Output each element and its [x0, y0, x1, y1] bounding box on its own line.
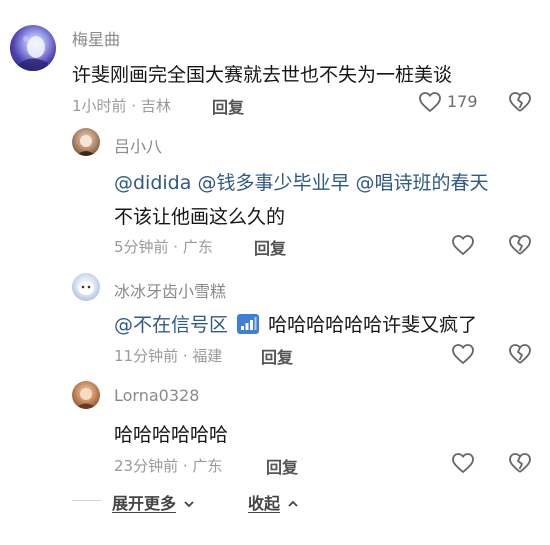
collapse-label: 收起: [248, 494, 281, 513]
broken-heart-icon[interactable]: [508, 90, 532, 114]
heart-outline-icon[interactable]: [451, 233, 475, 257]
avatar[interactable]: [72, 128, 100, 156]
avatar[interactable]: [72, 273, 100, 301]
reply-meta: 23分钟前 · 广东: [114, 457, 223, 475]
avatar-art-icon: [78, 281, 94, 295]
expand-more-button[interactable]: 展开更多: [112, 490, 195, 514]
mention-link[interactable]: @钱多事少毕业早: [197, 172, 349, 194]
reply-meta: 11分钟前 · 福建: [114, 347, 223, 365]
reply-reply-button[interactable]: 回复: [266, 454, 298, 478]
comment-reply-button[interactable]: 回复: [212, 94, 244, 118]
reply-reply-button[interactable]: 回复: [261, 344, 293, 368]
like-button[interactable]: 179: [418, 90, 498, 116]
heart-outline-icon: [419, 92, 441, 113]
reply-text-line: @不在信号区 哈哈哈哈哈哈许斐又疯了: [114, 310, 477, 337]
chevron-down-icon: [184, 501, 194, 508]
like-count: 179: [447, 92, 478, 111]
expand-more-label: 展开更多: [112, 494, 177, 513]
mention-link[interactable]: @唱诗班的春天: [356, 172, 489, 194]
comment-meta: 1小时前 · 吉林: [72, 97, 171, 115]
reply-author[interactable]: Lorna0328: [114, 386, 199, 405]
mention-link[interactable]: @不在信号区: [114, 314, 228, 336]
avatar-art-icon: [18, 36, 48, 71]
reply-reply-button[interactable]: 回复: [254, 235, 286, 259]
avatar-art-icon: [75, 388, 97, 409]
divider: [72, 500, 102, 501]
chevron-up-icon: [288, 500, 298, 507]
reply-text: 不该让他画这么久的: [114, 206, 286, 228]
collapse-button[interactable]: 收起: [248, 490, 299, 514]
reply-author[interactable]: 吕小八: [114, 133, 162, 157]
avatar[interactable]: [72, 381, 100, 409]
reply-text: 哈哈哈哈哈哈: [114, 424, 229, 446]
reply-mentions-line: @didida @钱多事少毕业早 @唱诗班的春天: [114, 168, 489, 195]
comment-author[interactable]: 梅星曲: [72, 26, 120, 50]
avatar[interactable]: [10, 25, 56, 71]
avatar-art-icon: [76, 135, 96, 156]
broken-heart-icon[interactable]: [508, 342, 532, 366]
broken-heart-icon[interactable]: [508, 233, 532, 257]
reply-text: 哈哈哈哈哈哈许斐又疯了: [268, 314, 478, 336]
broken-heart-icon[interactable]: [508, 451, 532, 475]
signal-bars-icon: [237, 314, 260, 334]
reply-author[interactable]: 冰冰牙齿小雪糕: [114, 278, 226, 302]
comment-text: 许斐刚画完全国大赛就去世也不失为一桩美谈: [72, 64, 453, 86]
mention-link[interactable]: @didida: [114, 172, 191, 194]
heart-outline-icon[interactable]: [451, 342, 475, 366]
reply-meta: 5分钟前 · 广东: [114, 238, 213, 256]
heart-outline-icon[interactable]: [451, 451, 475, 475]
